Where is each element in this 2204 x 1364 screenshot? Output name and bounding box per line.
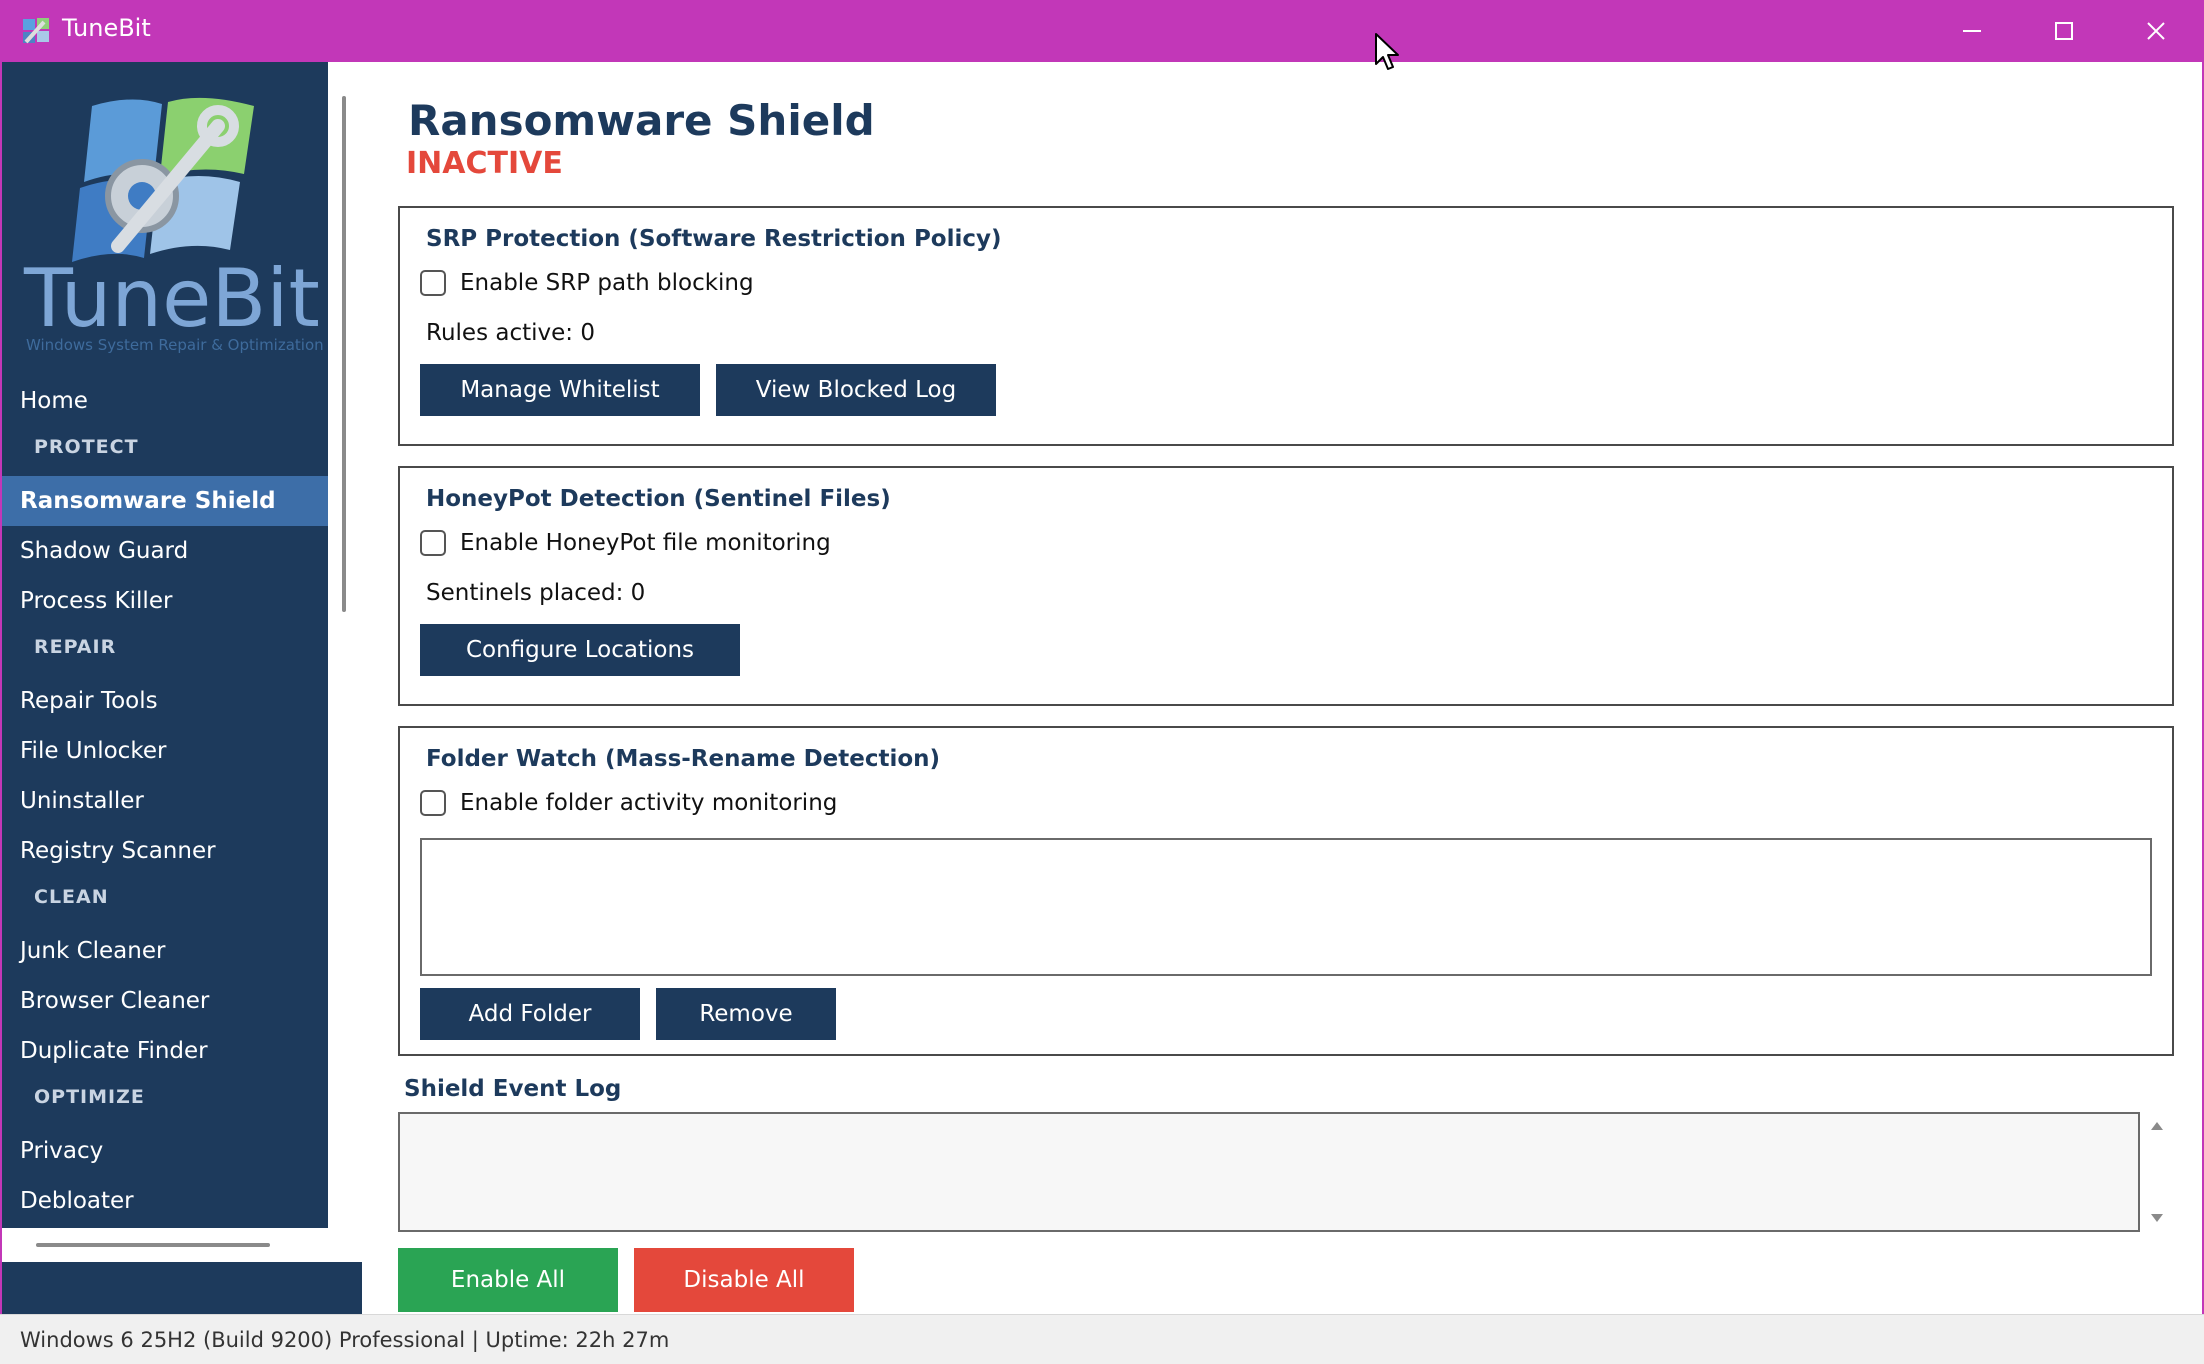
sidebar-item-home[interactable]: Home <box>2 376 328 426</box>
srp-checkbox[interactable]: Enable SRP path blocking <box>420 270 754 296</box>
sidebar-item-browser-cleaner[interactable]: Browser Cleaner <box>2 976 328 1026</box>
event-log-title: Shield Event Log <box>404 1076 622 1102</box>
srp-checkbox-box[interactable] <box>420 270 446 296</box>
srp-rules-active: Rules active: 0 <box>426 320 595 346</box>
honeypot-checkbox-label: Enable HoneyPot file monitoring <box>460 530 831 556</box>
folder-watch-group-title: Folder Watch (Mass-Rename Detection) <box>426 746 941 772</box>
scroll-down-icon[interactable] <box>2151 1214 2163 1222</box>
sidebar-item-duplicate-finder[interactable]: Duplicate Finder <box>2 1026 328 1076</box>
mouse-cursor-icon <box>1374 32 1400 76</box>
sidebar-section-protect: PROTECT <box>34 436 139 458</box>
srp-group-title: SRP Protection (Software Restriction Pol… <box>426 226 1002 252</box>
status-bar: Windows 6 25H2 (Build 9200) Professional… <box>0 1314 2204 1364</box>
logo-tagline: Windows System Repair & Optimization <box>26 336 324 354</box>
event-log-scrollbar[interactable] <box>2140 1112 2174 1232</box>
sidebar-horizontal-scrollbar[interactable] <box>36 1243 270 1247</box>
app-icon <box>20 16 52 46</box>
sidebar-section-optimize: OPTIMIZE <box>34 1086 145 1108</box>
sidebar-item-registry-scanner[interactable]: Registry Scanner <box>2 826 328 876</box>
sidebar-item-file-unlocker[interactable]: File Unlocker <box>2 726 328 776</box>
event-log-textbox[interactable] <box>398 1112 2140 1232</box>
honeypot-checkbox-box[interactable] <box>420 530 446 556</box>
watched-folders-list[interactable] <box>420 838 2152 976</box>
disable-all-button[interactable]: Disable All <box>634 1248 854 1312</box>
maximize-icon <box>2055 22 2073 40</box>
manage-whitelist-button[interactable]: Manage Whitelist <box>420 364 700 416</box>
sidebar-item-debloater[interactable]: Debloater <box>2 1176 328 1226</box>
close-icon <box>2147 22 2165 40</box>
srp-protection-group: SRP Protection (Software Restriction Pol… <box>398 206 2174 446</box>
view-blocked-log-button[interactable]: View Blocked Log <box>716 364 996 416</box>
enable-all-button[interactable]: Enable All <box>398 1248 618 1312</box>
sidebar-item-shadow-guard[interactable]: Shadow Guard <box>2 526 328 576</box>
sidebar-vertical-scrollbar[interactable] <box>342 96 346 612</box>
folder-watch-checkbox[interactable]: Enable folder activity monitoring <box>420 790 837 816</box>
add-folder-button[interactable]: Add Folder <box>420 988 640 1040</box>
honeypot-detection-group: HoneyPot Detection (Sentinel Files) Enab… <box>398 466 2174 706</box>
logo-text: TuneBit <box>24 252 320 345</box>
sidebar-section-repair: REPAIR <box>34 636 117 658</box>
window-title: TuneBit <box>62 14 151 42</box>
configure-locations-button[interactable]: Configure Locations <box>420 624 740 676</box>
minimize-icon <box>1963 30 1981 32</box>
sidebar-item-repair-tools[interactable]: Repair Tools <box>2 676 328 726</box>
honeypot-checkbox[interactable]: Enable HoneyPot file monitoring <box>420 530 831 556</box>
sidebar-item-process-killer[interactable]: Process Killer <box>2 576 328 626</box>
scroll-up-icon[interactable] <box>2151 1122 2163 1130</box>
minimize-button[interactable] <box>1926 0 2018 62</box>
title-bar[interactable]: TuneBit <box>0 0 2204 62</box>
remove-folder-button[interactable]: Remove <box>656 988 836 1040</box>
close-button[interactable] <box>2110 0 2202 62</box>
sidebar-section-clean: CLEAN <box>34 886 109 908</box>
sidebar-footer <box>2 1262 362 1314</box>
shield-status: INACTIVE <box>406 146 563 181</box>
sidebar-item-ransomware-shield[interactable]: Ransomware Shield <box>2 476 328 526</box>
sidebar-item-uninstaller[interactable]: Uninstaller <box>2 776 328 826</box>
sidebar-item-junk-cleaner[interactable]: Junk Cleaner <box>2 926 328 976</box>
srp-checkbox-label: Enable SRP path blocking <box>460 270 754 296</box>
status-bar-text: Windows 6 25H2 (Build 9200) Professional… <box>20 1328 670 1352</box>
honeypot-group-title: HoneyPot Detection (Sentinel Files) <box>426 486 891 512</box>
sentinels-placed: Sentinels placed: 0 <box>426 580 646 606</box>
sidebar-item-privacy[interactable]: Privacy <box>2 1126 328 1176</box>
page-title: Ransomware Shield <box>408 96 875 145</box>
folder-watch-group: Folder Watch (Mass-Rename Detection) Ena… <box>398 726 2174 1056</box>
folder-watch-checkbox-box[interactable] <box>420 790 446 816</box>
maximize-button[interactable] <box>2018 0 2110 62</box>
folder-watch-checkbox-label: Enable folder activity monitoring <box>460 790 838 816</box>
